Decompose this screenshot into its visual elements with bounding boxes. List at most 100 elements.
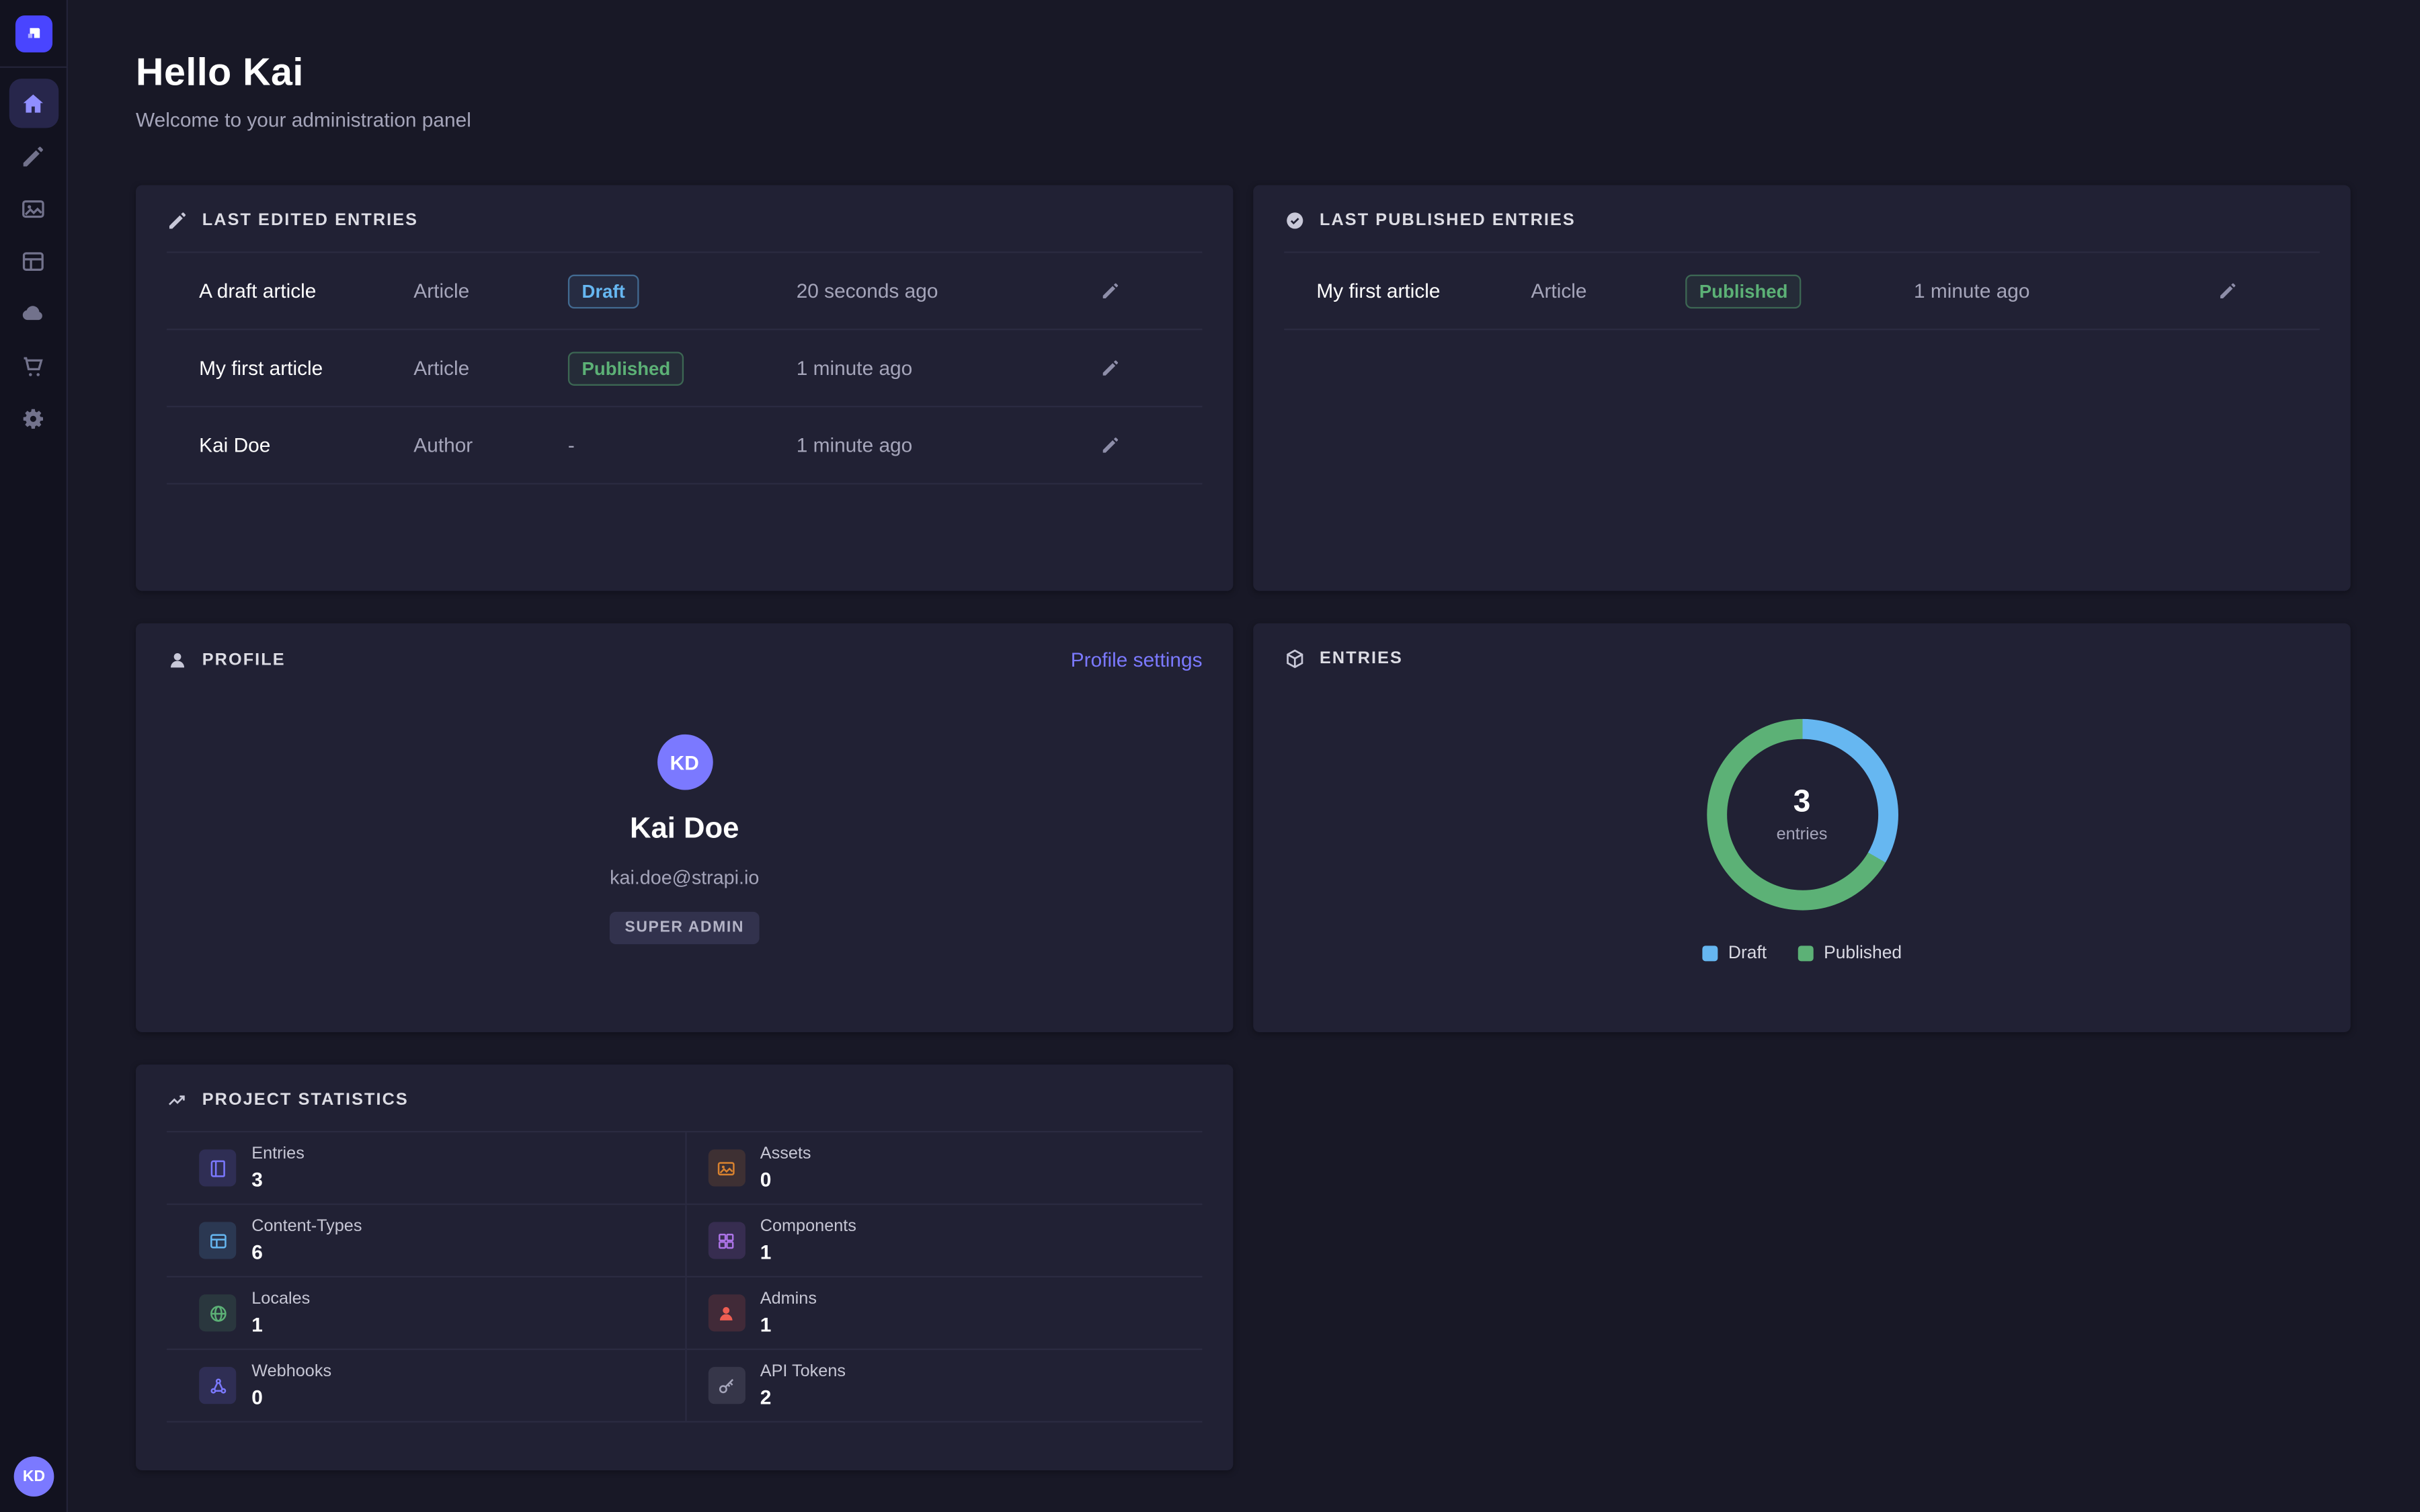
- panel-title: ENTRIES: [1320, 650, 1403, 669]
- donut-label: entries: [1777, 825, 1828, 844]
- profile-settings-link[interactable]: Profile settings: [1071, 648, 1203, 671]
- globe-icon: [199, 1294, 236, 1331]
- stat-admins: Admins 1: [684, 1277, 1202, 1350]
- stat-label: Admins: [760, 1290, 817, 1308]
- published-swatch: [1798, 946, 1813, 961]
- stat-label: Entries: [251, 1145, 305, 1164]
- stat-webhooks: Webhooks 0: [167, 1350, 684, 1423]
- check-circle-icon: [1284, 210, 1305, 231]
- panel-profile: PROFILE Profile settings KD Kai Doe kai.…: [136, 624, 1233, 1032]
- stat-label: Locales: [251, 1290, 310, 1308]
- status-empty: -: [568, 433, 797, 456]
- legend-label: Published: [1824, 944, 1902, 963]
- entries-donut: 3 entries: [1706, 719, 1898, 911]
- stat-label: Assets: [760, 1145, 811, 1164]
- stat-value: 1: [760, 1313, 817, 1336]
- table-row[interactable]: Kai Doe Author - 1 minute ago: [167, 407, 1203, 485]
- stat-content-types: Content-Types 6: [167, 1205, 684, 1277]
- sidebar-item-content-manager[interactable]: [9, 131, 58, 180]
- pencil-icon: [167, 210, 188, 231]
- sidebar-item-deploy[interactable]: [9, 288, 58, 337]
- role-badge: SUPER ADMIN: [609, 912, 759, 944]
- sidebar-item-settings[interactable]: [9, 393, 58, 442]
- table-row[interactable]: My first article Article Published 1 min…: [1284, 253, 2320, 331]
- page-subtitle: Welcome to your administration panel: [136, 108, 2351, 131]
- stat-value: 1: [251, 1313, 310, 1336]
- edit-entry-button[interactable]: [1094, 275, 1126, 307]
- pencil-icon: [2217, 281, 2237, 301]
- pencil-icon: [20, 142, 46, 169]
- sidebar-item-content-type-builder[interactable]: [9, 236, 58, 285]
- stat-value: 0: [251, 1386, 331, 1409]
- donut-value: 3: [1793, 786, 1811, 821]
- sidebar: KD: [0, 0, 68, 1512]
- panel-last-published-entries: LAST PUBLISHED ENTRIES My first article …: [1253, 185, 2350, 591]
- home-icon: [20, 90, 46, 116]
- panel-title: PROFILE: [202, 650, 286, 669]
- entry-title: My first article: [1316, 280, 1531, 302]
- table-row[interactable]: A draft article Article Draft 20 seconds…: [167, 253, 1203, 331]
- strapi-logo[interactable]: [0, 0, 67, 68]
- profile-name: Kai Doe: [630, 813, 739, 847]
- sidebar-item-home[interactable]: [9, 79, 58, 128]
- entry-time: 1 minute ago: [797, 356, 1017, 379]
- nodes-icon: [199, 1367, 236, 1404]
- draft-swatch: [1702, 946, 1718, 961]
- panel-project-statistics: PROJECT STATISTICS Entries 3: [136, 1064, 1233, 1470]
- dashboard-grid: LAST EDITED ENTRIES A draft article Arti…: [136, 185, 2351, 1470]
- entry-time: 1 minute ago: [1914, 280, 2134, 302]
- legend-label: Draft: [1728, 944, 1767, 963]
- app-window: KD Hello Kai Welcome to your administrat…: [0, 0, 2420, 1512]
- table-row[interactable]: My first article Article Published 1 min…: [167, 330, 1203, 407]
- panel-entries: ENTRIES 3 entries Draft: [1253, 624, 2350, 1032]
- stat-assets: Assets 0: [684, 1132, 1202, 1205]
- edit-entry-button[interactable]: [1094, 351, 1126, 384]
- status-badge: Published: [1685, 274, 1802, 308]
- image-icon: [20, 195, 46, 221]
- entry-kind: Author: [413, 433, 568, 456]
- chart-legend: Draft Published: [1702, 944, 1902, 963]
- entry-title: A draft article: [199, 280, 413, 302]
- entry-title: My first article: [199, 356, 413, 379]
- pencil-icon: [1100, 281, 1120, 301]
- layout-icon: [20, 247, 46, 274]
- page-title: Hello Kai: [136, 51, 2351, 96]
- sidebar-nav: [9, 79, 58, 443]
- book-icon: [199, 1149, 236, 1186]
- edit-entry-button[interactable]: [1094, 429, 1126, 461]
- stat-value: 3: [251, 1168, 305, 1191]
- person-icon: [708, 1294, 745, 1331]
- cube-icon: [1284, 648, 1305, 669]
- stat-value: 1: [760, 1241, 856, 1263]
- cart-icon: [20, 353, 46, 379]
- panel-title: PROJECT STATISTICS: [202, 1091, 409, 1109]
- edit-entry-button[interactable]: [2211, 275, 2243, 307]
- legend-item-draft: Draft: [1702, 944, 1767, 963]
- entry-kind: Article: [413, 280, 568, 302]
- gear-icon: [20, 405, 46, 431]
- status-badge: Draft: [568, 274, 639, 308]
- sidebar-item-media-library[interactable]: [9, 183, 58, 233]
- profile-email: kai.doe@strapi.io: [610, 867, 759, 888]
- stat-entries: Entries 3: [167, 1132, 684, 1205]
- entry-kind: Article: [1531, 280, 1686, 302]
- panel-title: LAST PUBLISHED ENTRIES: [1320, 212, 1576, 230]
- layout-icon: [199, 1222, 236, 1259]
- user-avatar[interactable]: KD: [14, 1456, 54, 1497]
- stat-label: Components: [760, 1217, 856, 1236]
- stat-label: API Tokens: [760, 1362, 846, 1381]
- profile-avatar: KD: [657, 734, 713, 790]
- legend-item-published: Published: [1798, 944, 1902, 963]
- entry-time: 1 minute ago: [797, 433, 1017, 456]
- stat-value: 2: [760, 1386, 846, 1409]
- pencil-icon: [1100, 358, 1120, 378]
- cloud-icon: [20, 300, 46, 327]
- panel-title: LAST EDITED ENTRIES: [202, 212, 418, 230]
- stat-locales: Locales 1: [167, 1277, 684, 1350]
- sidebar-item-marketplace[interactable]: [9, 341, 58, 390]
- stats-table: Entries 3 Assets 0: [167, 1131, 1203, 1423]
- entry-time: 20 seconds ago: [797, 280, 1017, 302]
- stat-label: Content-Types: [251, 1217, 362, 1236]
- stat-label: Webhooks: [251, 1362, 331, 1381]
- status-badge: Published: [568, 351, 684, 385]
